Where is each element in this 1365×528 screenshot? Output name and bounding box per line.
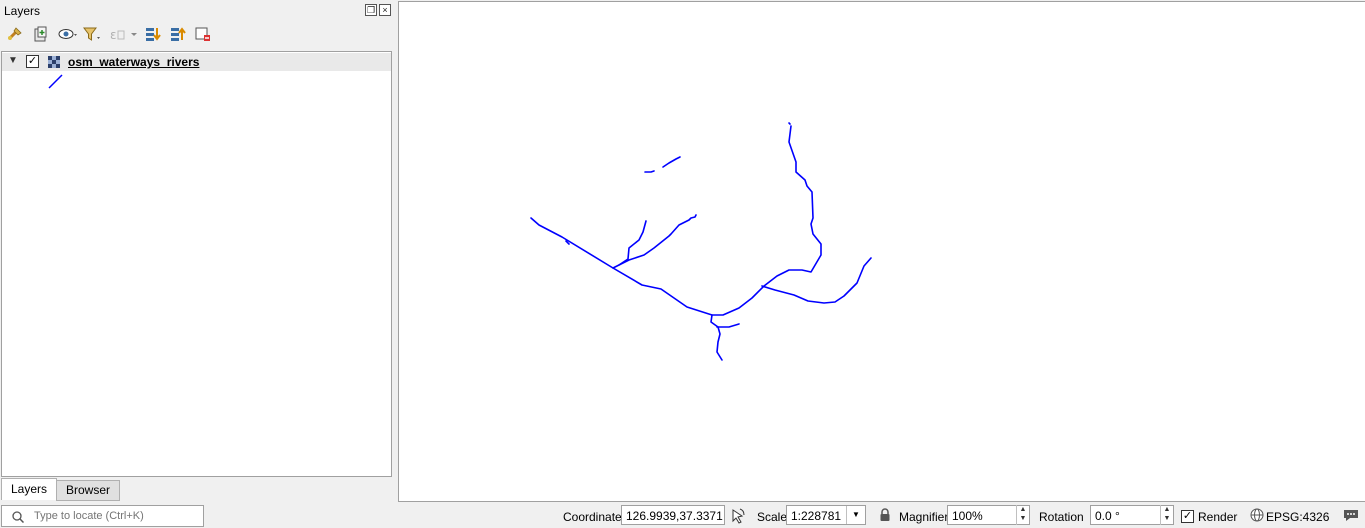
globe-icon[interactable] — [1249, 508, 1265, 525]
river-fragment-1 — [644, 170, 655, 173]
river-south-spur — [716, 323, 740, 328]
float-icon[interactable]: ❐ — [365, 4, 377, 16]
scale-label: Scale — [757, 510, 788, 524]
rotation-label: Rotation — [1039, 510, 1084, 524]
expand-all-icon[interactable] — [144, 25, 162, 43]
close-icon[interactable]: × — [379, 4, 391, 16]
mouse-toggle-extents-icon[interactable] — [729, 507, 747, 528]
scale-combobox[interactable]: 1:228781 ▼ — [786, 505, 866, 525]
crs-button[interactable]: EPSG:4326 — [1266, 510, 1329, 524]
panel-title: Layers — [4, 4, 41, 18]
style-manager-icon[interactable] — [6, 25, 24, 43]
chevron-down-icon[interactable]: ▼ — [8, 55, 18, 66]
collapse-all-icon[interactable] — [169, 25, 187, 43]
magnifier-spin-buttons[interactable]: ▲ ▼ — [1016, 505, 1029, 525]
lock-icon[interactable] — [879, 508, 891, 525]
magnifier-label: Magnifier — [899, 510, 949, 524]
filter-legend-icon[interactable] — [82, 25, 100, 43]
layer-name[interactable]: osm_waterways_rivers — [68, 55, 199, 69]
status-bar: Coordinate 126.9939,37.3371 Scale 1:2287… — [0, 503, 1365, 528]
line-symbol-icon — [48, 74, 64, 93]
river-fragment-2 — [662, 156, 681, 168]
visibility-eye-icon[interactable] — [57, 25, 77, 43]
map-canvas[interactable] — [398, 1, 1365, 502]
layer-tree: ▼ ✓ osm_waterways_rivers — [1, 51, 392, 477]
river-map — [530, 122, 872, 361]
river-south-tributary — [710, 314, 723, 361]
message-log-icon[interactable] — [1342, 507, 1360, 526]
river-fragment-4 — [788, 122, 791, 125]
coordinate-field[interactable]: 126.9939,37.3371 — [621, 505, 725, 525]
river-east-branch — [761, 257, 872, 304]
search-icon — [12, 511, 25, 526]
layers-panel: Layers ❐ × ε ▼ ✓ osm_waterways_rivers La… — [0, 0, 394, 502]
layer-visibility-checkbox[interactable]: ✓ — [26, 55, 39, 68]
scale-value: 1:228781 — [791, 509, 842, 523]
layer-row[interactable]: ▼ ✓ osm_waterways_rivers — [2, 53, 391, 71]
svg-text:ε: ε — [110, 28, 117, 42]
remove-layer-icon[interactable] — [194, 25, 212, 43]
tab-browser[interactable]: Browser — [56, 480, 120, 501]
river-main — [530, 125, 822, 316]
magnifier-value: 100% — [952, 509, 983, 523]
coordinate-label: Coordinate — [563, 510, 622, 524]
line-layer-icon — [48, 56, 60, 68]
render-checkbox[interactable]: ✓ — [1181, 510, 1194, 523]
tab-layers[interactable]: Layers — [1, 478, 57, 500]
rotation-value: 0.0 ° — [1095, 509, 1120, 523]
locator-input[interactable] — [32, 509, 201, 523]
filter-expression-icon[interactable]: ε — [108, 25, 137, 43]
add-group-icon[interactable] — [32, 25, 50, 43]
locator-bar[interactable] — [1, 505, 204, 527]
rotation-spin-buttons[interactable]: ▲ ▼ — [1160, 505, 1173, 525]
render-label: Render — [1198, 510, 1238, 524]
chevron-down-icon[interactable]: ▼ — [846, 506, 865, 524]
